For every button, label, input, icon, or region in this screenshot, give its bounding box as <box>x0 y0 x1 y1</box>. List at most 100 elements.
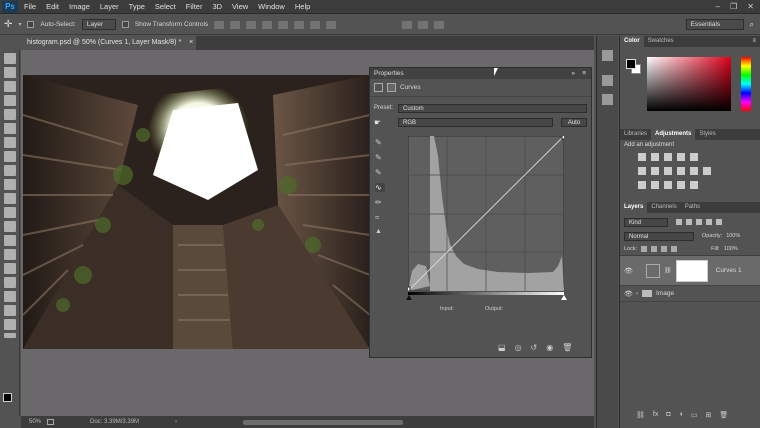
channel-dropdown[interactable]: RGB <box>398 117 553 127</box>
mask-link-icon[interactable]: ⛓ <box>664 267 672 274</box>
curves-graph[interactable] <box>408 136 564 291</box>
exposure-icon[interactable] <box>677 153 685 161</box>
reset-icon[interactable]: ↺ <box>531 343 538 352</box>
search-icon[interactable]: ⌕ <box>750 20 760 30</box>
crop-tool-icon[interactable] <box>4 109 16 120</box>
black-slider-handle[interactable] <box>406 295 412 300</box>
photo-filter-icon[interactable] <box>677 167 685 175</box>
path-select-icon[interactable] <box>4 277 16 288</box>
clip-to-layer-icon[interactable]: ⬓ <box>498 343 506 352</box>
color-balance-icon[interactable] <box>651 167 659 175</box>
tab-channels[interactable]: Channels <box>647 202 680 213</box>
zoom-level[interactable]: 50% <box>29 419 41 425</box>
export-icon[interactable] <box>47 419 55 425</box>
auto-button[interactable]: Auto <box>561 117 587 127</box>
3d-mode-icon[interactable] <box>434 20 445 29</box>
layer-mask-icon[interactable] <box>387 83 396 92</box>
menu-edit[interactable]: Edit <box>46 2 59 11</box>
target-adjust-icon[interactable]: ☛ <box>374 118 384 127</box>
3d-mode-icon[interactable] <box>402 20 413 29</box>
brush-tool-icon[interactable] <box>4 151 16 162</box>
marquee-tool-icon[interactable] <box>4 67 16 78</box>
menu-window[interactable]: Window <box>258 2 285 11</box>
distribute-icon[interactable] <box>326 20 337 29</box>
zoom-tool-icon[interactable] <box>4 319 16 330</box>
fill-value[interactable]: 100% <box>724 246 738 252</box>
tab-swatches[interactable]: Swatches <box>644 36 678 47</box>
layer-mask-thumbnail[interactable] <box>675 259 708 282</box>
gradient-tool-icon[interactable] <box>4 207 16 218</box>
actions-panel-icon[interactable] <box>602 75 613 86</box>
align-center-icon[interactable] <box>278 20 289 29</box>
smooth-curve-icon[interactable]: ≈ <box>375 213 383 222</box>
auto-select-dropdown[interactable]: Layer <box>81 19 116 30</box>
lock-pixels-icon[interactable] <box>651 246 658 252</box>
blur-tool-icon[interactable] <box>4 221 16 232</box>
delete-adjustment-icon[interactable]: 🗑 <box>562 343 572 352</box>
selective-color-icon[interactable] <box>690 181 698 189</box>
black-white-icon[interactable] <box>664 167 672 175</box>
invert-icon[interactable] <box>638 181 646 189</box>
align-top-icon[interactable] <box>214 20 225 29</box>
color-field[interactable] <box>647 57 731 111</box>
align-right-icon[interactable] <box>294 20 305 29</box>
stamp-tool-icon[interactable] <box>4 165 16 176</box>
align-left-icon[interactable] <box>262 20 273 29</box>
layer-name[interactable]: Image <box>656 290 674 297</box>
layer-style-icon[interactable]: fx <box>653 411 658 419</box>
more-tools-icon[interactable] <box>4 333 16 338</box>
new-layer-icon[interactable]: ⊞ <box>705 411 711 419</box>
filter-smart-icon[interactable] <box>716 219 722 225</box>
show-transform-checkbox[interactable] <box>121 21 129 28</box>
menu-help[interactable]: Help <box>295 2 310 11</box>
foreground-color-swatch[interactable] <box>3 393 12 402</box>
brightness-icon[interactable] <box>638 153 646 161</box>
horizontal-scrollbar[interactable] <box>243 419 404 425</box>
tab-adjustments[interactable]: Adjustments <box>651 129 696 140</box>
curves-icon[interactable] <box>664 153 672 161</box>
tab-paths[interactable]: Paths <box>681 202 704 213</box>
white-point-eyedropper-icon[interactable]: ✎ <box>375 168 383 177</box>
new-adjustment-icon[interactable]: ◑ <box>679 411 683 419</box>
lock-all-icon[interactable] <box>671 246 678 252</box>
visibility-eye-icon[interactable]: 👁 <box>624 290 633 298</box>
restore-button[interactable]: ❐ <box>730 2 737 11</box>
lock-transparent-icon[interactable] <box>641 246 648 252</box>
pen-tool-icon[interactable] <box>4 249 16 260</box>
menu-view[interactable]: View <box>232 2 248 11</box>
distribute-icon[interactable] <box>310 20 321 29</box>
auto-select-checkbox[interactable] <box>27 21 35 28</box>
hue-slider[interactable] <box>741 57 751 111</box>
shape-tool-icon[interactable] <box>4 291 16 302</box>
expand-group-icon[interactable]: › <box>636 291 638 297</box>
move-tool-icon[interactable]: ✛ <box>4 19 12 30</box>
gray-point-eyedropper-icon[interactable]: ✎ <box>375 153 383 162</box>
document-tab[interactable]: histogram.psd @ 50% (Curves 1, Layer Mas… <box>21 36 196 50</box>
layer-filter-dropdown[interactable]: Kind <box>624 217 668 227</box>
layer-row-curves[interactable]: 👁 ⛓ Curves 1 <box>620 256 760 286</box>
close-window-button[interactable]: ✕ <box>747 2 754 11</box>
align-bottom-icon[interactable] <box>246 20 257 29</box>
new-group-icon[interactable]: ▭ <box>691 411 698 419</box>
preset-dropdown[interactable]: Custom <box>398 103 587 113</box>
menu-select[interactable]: Select <box>155 2 176 11</box>
posterize-icon[interactable] <box>651 181 659 189</box>
clipping-warning-icon[interactable]: ▲ <box>375 228 385 237</box>
curve-points-icon[interactable]: ∿ <box>375 183 385 192</box>
layer-row-image[interactable]: 👁 › Image <box>620 286 760 302</box>
visibility-eye-icon[interactable]: ◉ <box>546 343 553 352</box>
blend-mode-dropdown[interactable]: Normal <box>624 231 694 241</box>
color-lookup-icon[interactable] <box>703 167 711 175</box>
eraser-tool-icon[interactable] <box>4 193 16 204</box>
link-layers-icon[interactable]: ⛓ <box>636 411 645 419</box>
dodge-tool-icon[interactable] <box>4 235 16 246</box>
visibility-eye-icon[interactable]: 👁 <box>624 267 633 275</box>
white-slider-handle[interactable] <box>561 295 567 300</box>
menu-type[interactable]: Type <box>129 2 145 11</box>
quick-select-tool-icon[interactable] <box>4 95 16 106</box>
black-point-eyedropper-icon[interactable]: ✎ <box>375 138 383 147</box>
align-middle-icon[interactable] <box>230 20 241 29</box>
tab-libraries[interactable]: Libraries <box>620 129 651 140</box>
history-panel-icon[interactable] <box>602 50 613 61</box>
minimize-button[interactable]: – <box>716 2 720 11</box>
